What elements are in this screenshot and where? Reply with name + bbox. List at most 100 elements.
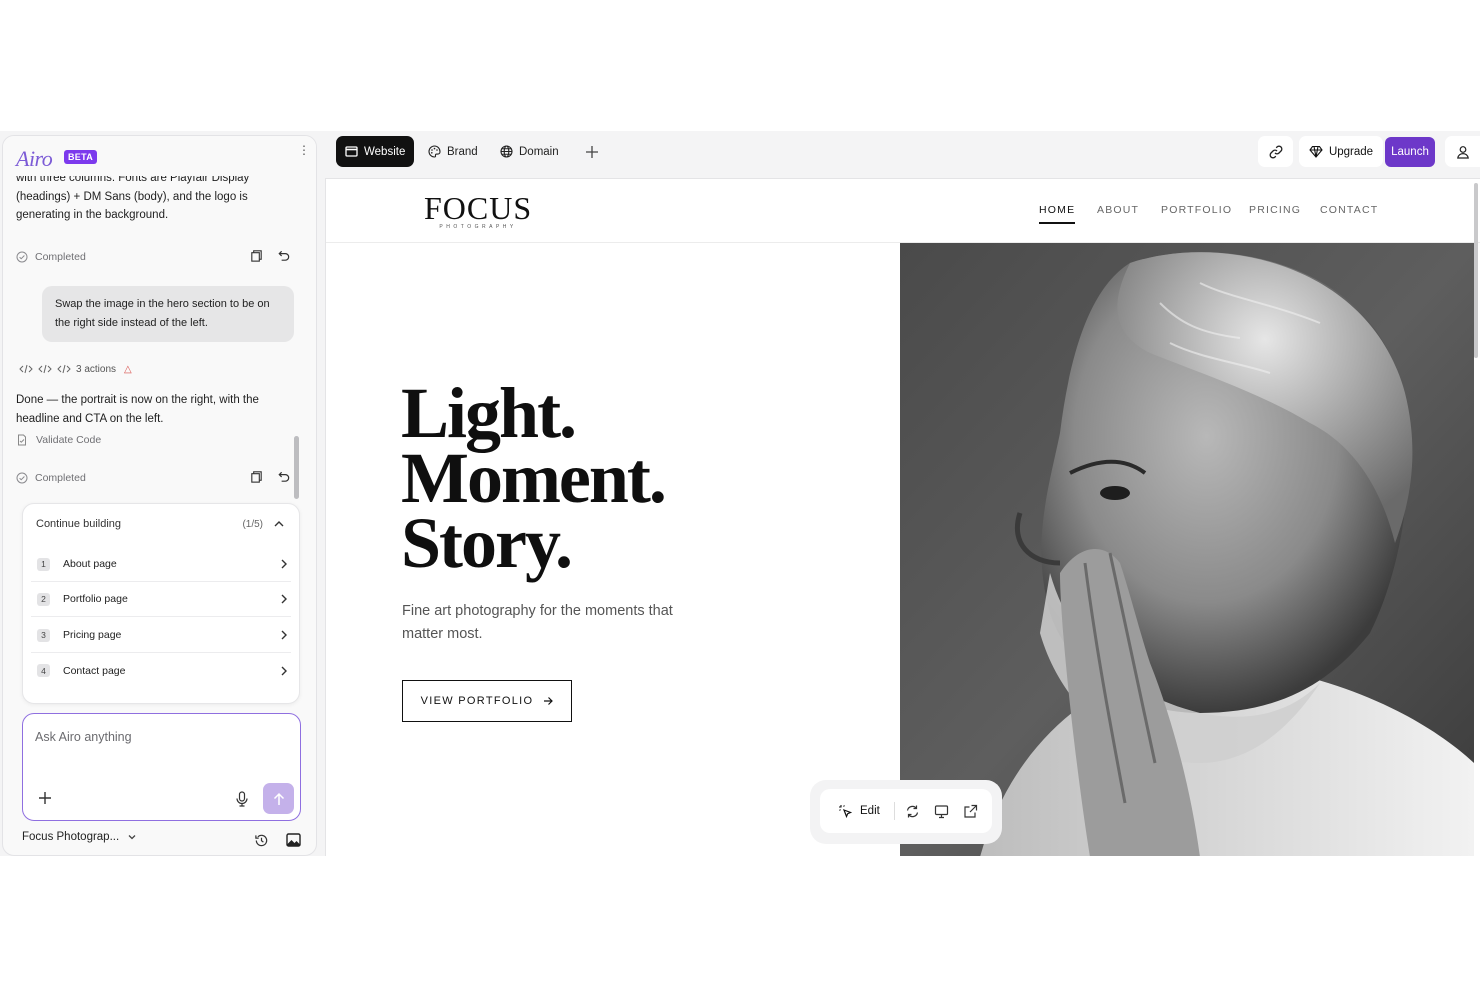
- user-message: Swap the image in the hero section to be…: [42, 286, 294, 342]
- upgrade-button[interactable]: Upgrade: [1299, 136, 1383, 167]
- preview-scrollbar[interactable]: [1474, 183, 1478, 358]
- headline-line: Moment.: [401, 438, 667, 518]
- user-icon: [1456, 145, 1469, 159]
- step-number: 4: [37, 664, 50, 677]
- refresh-icon[interactable]: [905, 804, 920, 819]
- chat-input[interactable]: [35, 730, 285, 744]
- undo-icon[interactable]: [276, 248, 291, 263]
- tab-label: Domain: [519, 145, 559, 158]
- copy-icon[interactable]: [249, 469, 264, 484]
- nav-contact[interactable]: CONTACT: [1320, 204, 1378, 216]
- undo-icon[interactable]: [276, 469, 291, 484]
- app-root: with three columns. Fonts are Playfair D…: [0, 131, 1480, 856]
- portrait-illustration: [900, 243, 1474, 856]
- send-button[interactable]: [263, 783, 294, 814]
- project-name: Focus Photograp...: [22, 831, 120, 843]
- nav-pricing[interactable]: PRICING: [1249, 204, 1301, 216]
- history-icon[interactable]: [254, 833, 269, 848]
- copy-icon[interactable]: [249, 248, 264, 263]
- toolbar-divider: [893, 802, 895, 820]
- tab-website[interactable]: Website: [336, 136, 414, 167]
- drag-handle-icon[interactable]: ⋮: [298, 144, 310, 156]
- project-selector[interactable]: Focus Photograp...: [22, 831, 137, 843]
- status-text: Completed: [35, 251, 86, 263]
- copy-link-button[interactable]: [1258, 136, 1293, 167]
- external-link-icon[interactable]: [963, 804, 978, 819]
- airo-logo: Airo: [16, 146, 53, 171]
- check-circle-icon: [16, 472, 28, 484]
- brand-subtitle: PHOTOGRAPHY: [439, 224, 517, 230]
- code-icon: [57, 364, 71, 374]
- chat-header: Airo BETA ⋮: [3, 136, 316, 176]
- tab-label: Brand: [447, 145, 478, 158]
- continue-title: Continue building: [36, 518, 122, 530]
- step-contact-page[interactable]: 4 Contact page: [31, 653, 291, 688]
- arrow-up-icon: [273, 792, 284, 805]
- arrow-right-icon: [544, 697, 554, 705]
- upgrade-label: Upgrade: [1328, 145, 1374, 158]
- magic-cursor-icon: [839, 805, 852, 818]
- actions-summary[interactable]: 3 actions △: [19, 361, 132, 377]
- continue-count: (1/5): [242, 519, 263, 530]
- step-portfolio-page[interactable]: 2 Portfolio page: [31, 582, 291, 617]
- code-icon: [38, 364, 52, 374]
- continue-building-card: Continue building (1/5) 1 About page 2 P…: [22, 503, 300, 704]
- chat-scrollbar[interactable]: [294, 436, 299, 499]
- chevron-right-icon: [281, 594, 287, 604]
- chat-panel: with three columns. Fonts are Playfair D…: [2, 135, 317, 856]
- status-text: Completed: [35, 472, 86, 484]
- diamond-icon: [1309, 145, 1323, 158]
- nav-portfolio[interactable]: PORTFOLIO: [1161, 204, 1232, 216]
- warning-icon: △: [124, 363, 132, 375]
- chat-history[interactable]: with three columns. Fonts are Playfair D…: [3, 136, 316, 716]
- edit-button[interactable]: Edit: [838, 804, 880, 818]
- browser-window-icon: [345, 146, 358, 157]
- desktop-icon[interactable]: [934, 804, 949, 819]
- step-number: 3: [37, 628, 50, 642]
- edit-label: Edit: [860, 805, 880, 817]
- hero-subheading: Fine art photography for the moments tha…: [402, 603, 673, 642]
- status-completed: Completed: [16, 248, 291, 266]
- microphone-icon[interactable]: [235, 791, 249, 807]
- hero-portrait-image: [900, 243, 1474, 856]
- actions-label: 3 actions: [76, 363, 117, 375]
- nav-about[interactable]: ABOUT: [1097, 204, 1139, 216]
- validate-label: Validate Code: [36, 434, 102, 446]
- add-tab-icon[interactable]: [585, 145, 599, 159]
- edit-toolbar-inner: Edit: [820, 789, 992, 833]
- tab-label: Website: [364, 145, 406, 158]
- brand-name: FOCUS: [424, 190, 533, 226]
- chevron-up-icon[interactable]: [273, 518, 285, 530]
- assistant-message: Done — the portrait is now on the right,…: [16, 394, 259, 425]
- palette-icon: [428, 145, 441, 158]
- site-navbar: FOCUS PHOTOGRAPHY HOME ABOUT PORTFOLIO P…: [326, 179, 1480, 243]
- nav-home[interactable]: HOME: [1039, 204, 1076, 224]
- assistant-message: with three columns. Fonts are Playfair D…: [16, 172, 250, 221]
- cta-label: VIEW PORTFOLIO: [420, 695, 534, 707]
- tab-brand[interactable]: Brand: [428, 136, 478, 167]
- file-check-icon: [18, 434, 26, 446]
- step-label: Pricing page: [63, 629, 122, 641]
- chevron-right-icon: [281, 666, 287, 675]
- tab-domain[interactable]: Domain: [500, 136, 559, 167]
- account-button[interactable]: [1445, 136, 1480, 167]
- image-icon[interactable]: [286, 833, 301, 847]
- globe-icon: [500, 145, 513, 158]
- step-about-page[interactable]: 1 About page: [31, 547, 291, 582]
- view-portfolio-button[interactable]: VIEW PORTFOLIO: [402, 680, 572, 722]
- plus-icon[interactable]: [37, 790, 53, 806]
- step-label: About page: [63, 558, 117, 570]
- step-pricing-page[interactable]: 3 Pricing page: [31, 618, 291, 653]
- code-icon: [19, 364, 33, 374]
- chevron-right-icon: [281, 559, 287, 569]
- step-label: Portfolio page: [63, 593, 128, 605]
- chat-composer: [22, 713, 301, 821]
- link-icon: [1269, 145, 1282, 158]
- site-logo[interactable]: FOCUS PHOTOGRAPHY: [424, 190, 533, 230]
- check-circle-icon: [16, 251, 28, 263]
- beta-badge: BETA: [64, 150, 98, 164]
- launch-button[interactable]: Launch: [1385, 137, 1435, 167]
- status-completed: Completed: [16, 469, 291, 487]
- step-number: 1: [37, 557, 50, 571]
- headline-line: Light.: [401, 373, 577, 453]
